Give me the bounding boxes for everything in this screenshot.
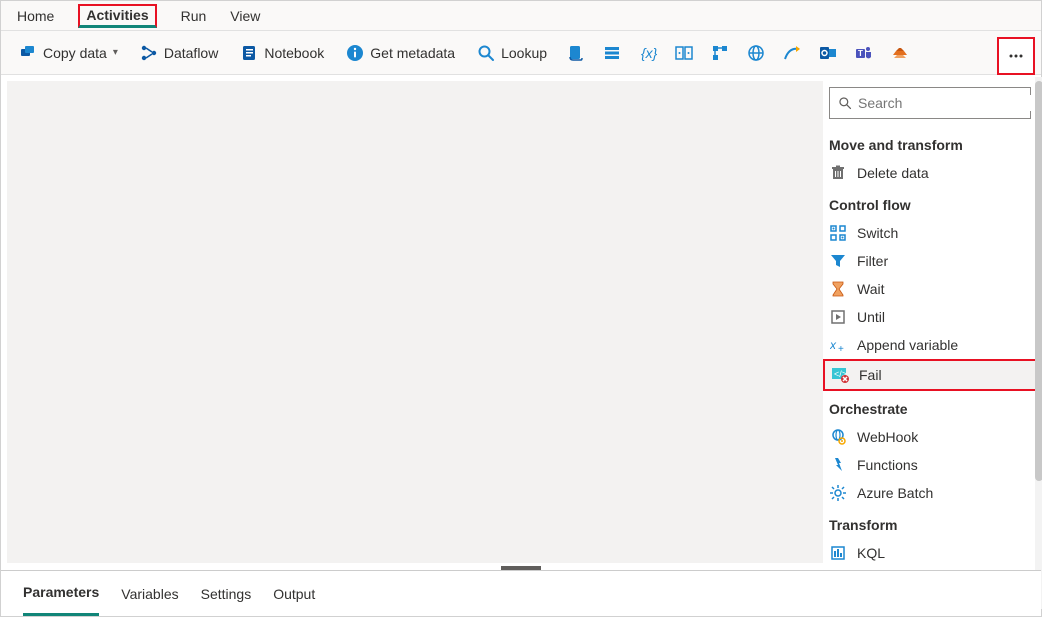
filter-icon (829, 252, 847, 270)
top-tab-bar: Home Activities Run View (1, 1, 1041, 31)
foreach-icon[interactable] (673, 42, 695, 64)
svg-text:T: T (858, 49, 863, 58)
panel-scrollbar[interactable] (1035, 77, 1042, 609)
notebook-label: Notebook (264, 45, 324, 61)
item-label: Functions (857, 457, 918, 473)
script-icon[interactable] (565, 42, 587, 64)
tab-parameters[interactable]: Parameters (23, 571, 99, 616)
semantic-model-icon[interactable] (889, 42, 911, 64)
switch-icon (829, 224, 847, 242)
gear-icon (829, 484, 847, 502)
item-label: Filter (857, 253, 888, 269)
ellipsis-icon (1008, 48, 1024, 64)
hourglass-icon (829, 280, 847, 298)
item-filter[interactable]: Filter (823, 247, 1037, 275)
search-icon (477, 44, 495, 62)
append-variable-icon: x+ (829, 336, 847, 354)
if-condition-icon[interactable] (709, 42, 731, 64)
svg-text:+: + (838, 344, 844, 353)
search-icon (838, 96, 852, 110)
group-orchestrate: Orchestrate (823, 391, 1037, 423)
invoke-pipeline-icon[interactable] (781, 42, 803, 64)
item-switch[interactable]: Switch (823, 219, 1037, 247)
item-until[interactable]: Until (823, 303, 1037, 331)
group-move-transform: Move and transform (823, 127, 1037, 159)
item-label: KQL (857, 545, 885, 561)
item-append-variable[interactable]: x+ Append variable (823, 331, 1037, 359)
more-activities-button[interactable] (997, 37, 1035, 75)
item-fail[interactable]: </> Fail (823, 359, 1037, 391)
web-icon[interactable] (745, 42, 767, 64)
item-label: Azure Batch (857, 485, 933, 501)
lookup-label: Lookup (501, 45, 547, 61)
info-icon (346, 44, 364, 62)
item-functions[interactable]: Functions (823, 451, 1037, 479)
stored-procedure-icon[interactable] (601, 42, 623, 64)
tab-run[interactable]: Run (181, 1, 207, 30)
item-kql[interactable]: KQL (823, 539, 1037, 567)
activities-panel: Move and transform Delete data Control f… (823, 81, 1037, 609)
lookup-button[interactable]: Lookup (473, 42, 551, 64)
teams-icon[interactable]: T (853, 42, 875, 64)
item-label: Fail (859, 367, 882, 383)
group-transform: Transform (823, 507, 1037, 539)
notebook-button[interactable]: Notebook (236, 42, 328, 64)
webhook-icon (829, 428, 847, 446)
item-label: Delete data (857, 165, 929, 181)
functions-icon (829, 456, 847, 474)
item-label: WebHook (857, 429, 918, 445)
fail-icon: </> (831, 366, 849, 384)
get-metadata-label: Get metadata (370, 45, 455, 61)
bottom-tab-bar: Parameters Variables Settings Output (1, 570, 1041, 616)
item-label: Append variable (857, 337, 958, 353)
dataflow-label: Dataflow (164, 45, 218, 61)
item-delete-data[interactable]: Delete data (823, 159, 1037, 187)
svg-text:x: x (830, 338, 837, 352)
item-azure-batch[interactable]: Azure Batch (823, 479, 1037, 507)
scrollbar-thumb[interactable] (1035, 81, 1042, 481)
dataflow-icon (140, 44, 158, 62)
chevron-down-icon: ▾ (113, 47, 118, 58)
get-metadata-button[interactable]: Get metadata (342, 42, 459, 64)
tab-view[interactable]: View (230, 1, 260, 30)
kql-icon (829, 544, 847, 562)
copy-data-icon (19, 44, 37, 62)
item-label: Wait (857, 281, 884, 297)
dataflow-button[interactable]: Dataflow (136, 42, 222, 64)
activities-search[interactable] (829, 87, 1031, 119)
tab-activities[interactable]: Activities (78, 4, 156, 28)
tab-settings[interactable]: Settings (201, 571, 252, 616)
office365-outlook-icon[interactable] (817, 42, 839, 64)
tab-variables[interactable]: Variables (121, 571, 178, 616)
copy-data-button[interactable]: Copy data ▾ (15, 42, 122, 64)
svg-text:{x}: {x} (641, 45, 657, 61)
copy-data-label: Copy data (43, 45, 107, 61)
notebook-icon (240, 44, 258, 62)
item-webhook[interactable]: WebHook (823, 423, 1037, 451)
item-wait[interactable]: Wait (823, 275, 1037, 303)
panel-resizer[interactable] (501, 566, 541, 570)
trash-icon (829, 164, 847, 182)
item-label: Switch (857, 225, 898, 241)
activities-search-input[interactable] (858, 95, 1039, 111)
tab-home[interactable]: Home (17, 1, 54, 30)
group-control-flow: Control flow (823, 187, 1037, 219)
tab-output[interactable]: Output (273, 571, 315, 616)
set-variable-icon[interactable]: {x} (637, 42, 659, 64)
until-icon (829, 308, 847, 326)
item-label: Until (857, 309, 885, 325)
activities-toolbar: Copy data ▾ Dataflow Notebook Get metada… (1, 31, 1041, 75)
